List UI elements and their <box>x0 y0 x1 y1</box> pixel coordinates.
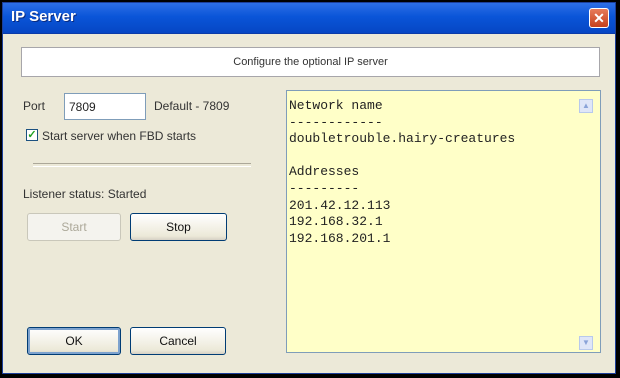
separator <box>33 163 251 167</box>
cancel-button[interactable]: Cancel <box>130 327 226 355</box>
close-icon[interactable]: ✕ <box>589 8 609 28</box>
start-server-checkbox[interactable]: ✓ <box>26 129 38 141</box>
address-item: 192.168.32.1 <box>289 214 383 230</box>
network-name-heading: Network name <box>289 98 383 113</box>
scroll-up-icon[interactable]: ▲ <box>579 99 593 113</box>
address-item: 192.168.201.1 <box>289 230 391 246</box>
ok-button[interactable]: OK <box>27 327 121 355</box>
listener-status: Listener status: Started <box>23 187 147 201</box>
port-default-hint: Default - 7809 <box>154 99 230 113</box>
scroll-down-icon[interactable]: ▼ <box>579 336 593 350</box>
network-name-rule: ------------ <box>289 114 383 130</box>
stop-button[interactable]: Stop <box>130 213 227 241</box>
start-button[interactable]: Start <box>27 213 121 241</box>
addresses-heading: Addresses <box>289 164 360 180</box>
ip-server-dialog: IP Server ✕ Configure the optional IP se… <box>2 2 616 374</box>
network-info-textarea[interactable]: Network name ------------ doubletrouble.… <box>286 90 601 353</box>
port-label: Port <box>23 99 46 113</box>
start-server-label[interactable]: Start server when FBD starts <box>42 129 196 143</box>
network-info-text: Network name ------------ doubletrouble.… <box>289 98 515 247</box>
title-bar[interactable]: IP Server ✕ <box>3 3 615 34</box>
addresses-rule: --------- <box>289 180 360 196</box>
address-item: 201.42.12.113 <box>289 197 391 213</box>
window-title: IP Server <box>11 8 76 25</box>
port-input[interactable] <box>64 93 146 120</box>
description-banner: Configure the optional IP server <box>21 47 600 77</box>
network-name-value: doubletrouble.hairy-creatures <box>289 131 516 147</box>
